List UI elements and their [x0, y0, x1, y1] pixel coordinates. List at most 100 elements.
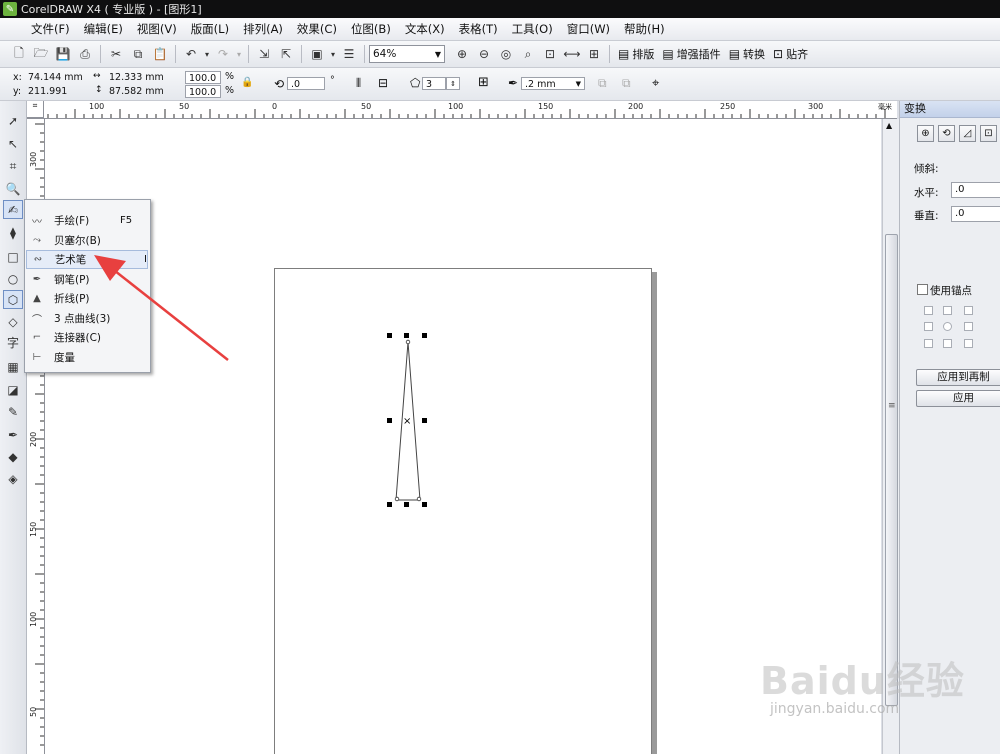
flyout-item-freehand[interactable]: 〰 手绘(F) F5	[26, 211, 148, 230]
width-field[interactable]: 12.333 mm	[106, 71, 168, 84]
text-tool-icon[interactable]: 字	[3, 333, 23, 352]
rotation-angle-field[interactable]: .0	[287, 77, 325, 90]
fill-tool-icon[interactable]: ◆	[3, 447, 23, 466]
selection-handle[interactable]	[387, 502, 392, 507]
outline-tool-icon[interactable]: ✒	[3, 425, 23, 444]
snap-button[interactable]: ⊡ 贴齐	[769, 46, 812, 62]
scroll-up-icon[interactable]: ▲	[886, 121, 892, 130]
polygon-sides-field[interactable]: 3	[422, 77, 446, 90]
redo-dropdown-icon[interactable]: ▾	[235, 44, 243, 64]
y-position-field[interactable]: 211.991 mm	[25, 85, 85, 110]
scale-x-field[interactable]: 100.0	[185, 71, 221, 84]
scale-y-field[interactable]: 100.0	[185, 85, 221, 98]
selection-handle[interactable]	[404, 502, 409, 507]
copy-icon[interactable]: ⧉	[128, 44, 148, 64]
new-document-icon[interactable]: 🗋	[9, 44, 29, 64]
cut-icon[interactable]: ✂	[106, 44, 126, 64]
vertical-skew-field[interactable]: .0	[951, 206, 1000, 222]
rotate-icon[interactable]: ⟲	[938, 125, 955, 142]
use-anchor-checkbox[interactable]	[917, 284, 928, 295]
welcome-screen-icon[interactable]: ☰	[339, 44, 359, 64]
anchor-point[interactable]	[943, 306, 952, 315]
wrap-text-icon[interactable]: ⊞	[478, 75, 489, 90]
table-tool-icon[interactable]: ▦	[3, 357, 23, 376]
basic-shapes-icon[interactable]: ◇	[3, 312, 23, 331]
polygon-tool-icon[interactable]: ⬡	[3, 290, 23, 309]
undo-dropdown-icon[interactable]: ▾	[203, 44, 211, 64]
document-page[interactable]	[274, 268, 652, 754]
selection-handle[interactable]	[387, 418, 392, 423]
paste-icon[interactable]: 📋	[150, 44, 170, 64]
selection-handle[interactable]	[387, 333, 392, 338]
zoom-out-icon[interactable]: ⊖	[474, 44, 494, 64]
redo-icon[interactable]: ↷	[213, 44, 233, 64]
menu-text[interactable]: 文本(X)	[398, 21, 452, 37]
anchor-point[interactable]	[924, 306, 933, 315]
undo-icon[interactable]: ↶	[181, 44, 201, 64]
sides-spinner[interactable]: ⇕	[446, 77, 460, 90]
save-icon[interactable]: 💾	[53, 44, 73, 64]
ellipse-tool-icon[interactable]: ○	[3, 269, 23, 288]
zoom-width-icon[interactable]: ⟷	[562, 44, 582, 64]
menu-arrange[interactable]: 排列(A)	[236, 21, 290, 37]
shape-tool-icon[interactable]: ↖	[3, 134, 23, 153]
anchor-point[interactable]	[924, 322, 933, 331]
zoom-height-icon[interactable]: ⊞	[584, 44, 604, 64]
menu-tools[interactable]: 工具(O)	[505, 21, 560, 37]
apply-to-duplicate-button[interactable]: 应用到再制	[916, 369, 1000, 386]
application-launcher-icon[interactable]: ▣	[307, 44, 327, 64]
eyedropper-icon[interactable]: ✎	[3, 402, 23, 421]
size-icon[interactable]: ⊡	[980, 125, 997, 142]
export-icon[interactable]: ⇱	[276, 44, 296, 64]
zoom-level-select[interactable]: 64% ▼	[369, 45, 445, 63]
horizontal-skew-field[interactable]: .0	[951, 182, 1000, 198]
menu-view[interactable]: 视图(V)	[130, 21, 184, 37]
menu-table[interactable]: 表格(T)	[452, 21, 505, 37]
open-folder-icon[interactable]: 🗁	[31, 44, 51, 64]
launcher-dropdown-icon[interactable]: ▾	[329, 44, 337, 64]
anchor-point[interactable]	[964, 306, 973, 315]
selected-triangle[interactable]: ×	[380, 328, 440, 514]
ruler-origin-icon[interactable]: ⌗	[27, 101, 44, 118]
zoom-tool-icon[interactable]: 🔍	[3, 179, 23, 198]
position-icon[interactable]: ⊕	[917, 125, 934, 142]
zoom-page-icon[interactable]: ⊡	[540, 44, 560, 64]
outline-width-select[interactable]: .2 mm ▼	[521, 77, 585, 90]
curve-tool-icon[interactable]: ✍	[3, 200, 23, 219]
menu-window[interactable]: 窗口(W)	[560, 21, 617, 37]
menu-help[interactable]: 帮助(H)	[617, 21, 672, 37]
to-back-icon[interactable]: ⧉	[622, 76, 631, 91]
scrollbar-thumb[interactable]	[885, 234, 898, 706]
docker-splitter-icon[interactable]: ≡	[888, 401, 896, 411]
to-front-icon[interactable]: ⧉	[598, 76, 607, 91]
x-position-field[interactable]: 74.144 mm	[25, 71, 85, 84]
zoom-selected-icon[interactable]: ◎	[496, 44, 516, 64]
height-field[interactable]: 87.582 mm	[106, 85, 168, 98]
interactive-blend-icon[interactable]: ◪	[3, 380, 23, 399]
apply-button[interactable]: 应用	[916, 390, 1000, 407]
menu-effects[interactable]: 效果(C)	[290, 21, 344, 37]
pick-tool-icon[interactable]: ➚	[3, 111, 23, 130]
anchor-point[interactable]	[964, 322, 973, 331]
lock-ratio-icon[interactable]: 🔒	[241, 77, 253, 88]
selection-handle[interactable]	[404, 333, 409, 338]
convert-to-curves-icon[interactable]: ⌖	[652, 76, 659, 91]
menu-layout[interactable]: 版面(L)	[184, 21, 236, 37]
anchor-point[interactable]	[924, 339, 933, 348]
menu-bitmaps[interactable]: 位图(B)	[344, 21, 398, 37]
selection-handle[interactable]	[422, 502, 427, 507]
smart-fill-icon[interactable]: ⧫	[3, 223, 23, 242]
mirror-horizontal-icon[interactable]: ⫴	[356, 76, 361, 91]
menu-edit[interactable]: 编辑(E)	[77, 21, 130, 37]
print-icon[interactable]: ⎙	[75, 44, 95, 64]
zoom-all-objects-icon[interactable]: ⌕	[518, 44, 538, 64]
scale-mirror-icon[interactable]: ◿	[959, 125, 976, 142]
selection-handle[interactable]	[422, 333, 427, 338]
convert-button[interactable]: ▤ 转换	[725, 46, 769, 62]
anchor-point[interactable]	[943, 339, 952, 348]
import-icon[interactable]: ⇲	[254, 44, 274, 64]
menu-file[interactable]: 文件(F)	[24, 21, 77, 37]
zoom-in-icon[interactable]: ⊕	[452, 44, 472, 64]
anchor-point-center[interactable]	[943, 322, 952, 331]
crop-tool-icon[interactable]: ⌗	[3, 157, 23, 176]
